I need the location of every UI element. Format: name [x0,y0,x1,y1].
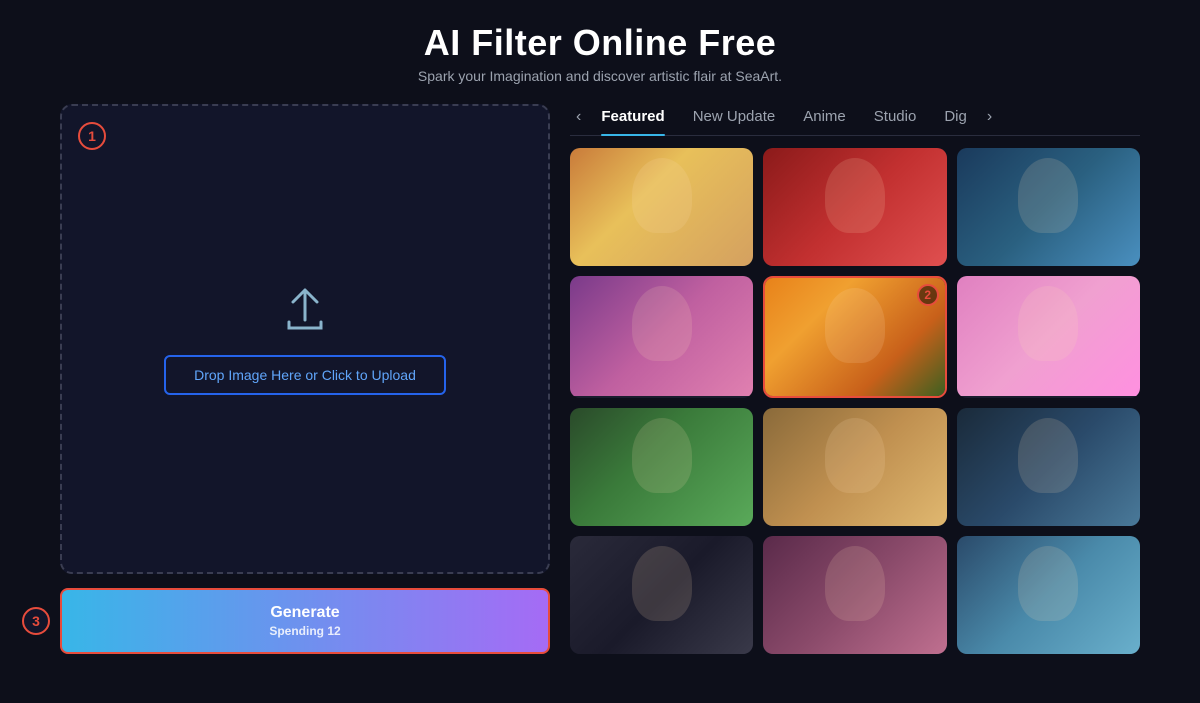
filter-image-future-cyberpunk [957,148,1140,266]
step3-badge: 3 [22,607,50,635]
filter-image-gta: 2 [765,278,944,398]
generate-sub: Spending 12 [269,624,340,638]
filter-label-pink-barbie: Pink Barbie [957,396,1140,398]
tab-new-update[interactable]: New Update [679,104,790,129]
filter-image-pink-barbie [957,276,1140,396]
filter-card-row4-a[interactable] [570,536,753,654]
filter-image-ink-painting-style [957,408,1140,526]
tab-arrow-left[interactable]: ‹ [570,108,587,126]
generate-label: Generate [270,604,339,622]
step1-badge: 1 [78,122,106,150]
filter-image-christmas-comics [570,276,753,396]
filter-card-fairytale-christmas[interactable]: Fairytale Christmas [763,148,946,266]
filter-image-row4-a [570,536,753,654]
filter-card-chinese-style[interactable]: Chinese Style [763,408,946,526]
filter-image-ghibli-colors [570,408,753,526]
upload-area[interactable]: 1 Drop Image Here or Click to Upload [60,104,550,574]
filter-image-fairytale-christmas [763,148,946,266]
filter-card-ink-painting-style[interactable]: Ink Painting Style [957,408,1140,526]
filter-card-future-cyberpunk[interactable]: Future Cyberpunk [957,148,1140,266]
tab-studio[interactable]: Studio [860,104,931,129]
tab-featured[interactable]: Featured [587,104,678,129]
filter-image-row4-b [763,536,946,654]
generate-button[interactable]: Generate Spending 12 [60,588,550,654]
generate-btn-wrap: 3 Generate Spending 12 [60,588,550,654]
filter-card-row4-c[interactable] [957,536,1140,654]
filter-card-ghibli-colors[interactable]: Ghibli Colors [570,408,753,526]
upload-icon [279,284,331,341]
tab-dig[interactable]: Dig [930,104,981,129]
main-content: 1 Drop Image Here or Click to Upload 3 G… [0,104,1200,654]
filter-card-pink-barbie[interactable]: Pink Barbie [957,276,1140,398]
filter-image-glorious-winter [570,148,753,266]
filter-card-gta[interactable]: 2GTA [763,276,946,398]
left-panel: 1 Drop Image Here or Click to Upload 3 G… [60,104,550,654]
filter-card-glorious-winter[interactable]: Glorious Winter [570,148,753,266]
filter-card-christmas-comics[interactable]: Christmas Comics [570,276,753,398]
page-subtitle: Spark your Imagination and discover arti… [0,68,1200,84]
right-panel: ‹ Featured New Update Anime Studio Dig ›… [570,104,1140,654]
upload-button[interactable]: Drop Image Here or Click to Upload [164,355,446,395]
tab-arrow-right[interactable]: › [981,108,998,126]
tab-anime[interactable]: Anime [789,104,860,129]
tabs-bar: ‹ Featured New Update Anime Studio Dig › [570,104,1140,136]
filter-card-row4-b[interactable] [763,536,946,654]
step2-badge: 2 [917,284,939,306]
filter-image-row4-c [957,536,1140,654]
filter-image-chinese-style [763,408,946,526]
filter-grid: Glorious WinterFairytale ChristmasFuture… [570,148,1140,654]
page-title: AI Filter Online Free [0,22,1200,64]
page-header: AI Filter Online Free Spark your Imagina… [0,0,1200,94]
filter-label-christmas-comics: Christmas Comics [570,396,753,398]
